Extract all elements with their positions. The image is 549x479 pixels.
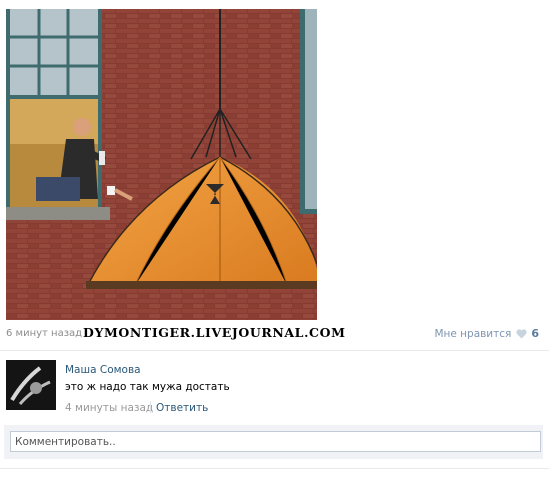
post-source-caption: DYMONTIGER.LIVEJOURNAL.COM [83,325,346,340]
comment-text: это ж надо так мужа достать [65,381,230,393]
reply-link[interactable]: Ответить [156,402,208,414]
comment-item: Маша Сомова это ж надо так мужа достать … [6,358,539,418]
reply-box [4,425,543,459]
bottom-divider [0,468,549,469]
post-photo[interactable] [6,9,317,320]
like-button[interactable]: Мне нравится 6 [434,327,539,340]
post-meta: 6 минут назад DYMONTIGER.LIVEJOURNAL.COM… [6,325,539,343]
avatar[interactable] [6,360,56,410]
post-divider [0,350,549,351]
comment-time[interactable]: 4 минуты назад [65,402,153,414]
like-count: 6 [531,327,539,340]
post-time[interactable]: 6 минут назад [6,328,82,339]
comment-author[interactable]: Маша Сомова [65,364,141,376]
comment-input[interactable] [10,431,541,452]
heart-icon [516,328,527,339]
comment-meta-separator [150,401,151,413]
like-label: Мне нравится [434,327,512,340]
post-photo-image [6,9,317,320]
